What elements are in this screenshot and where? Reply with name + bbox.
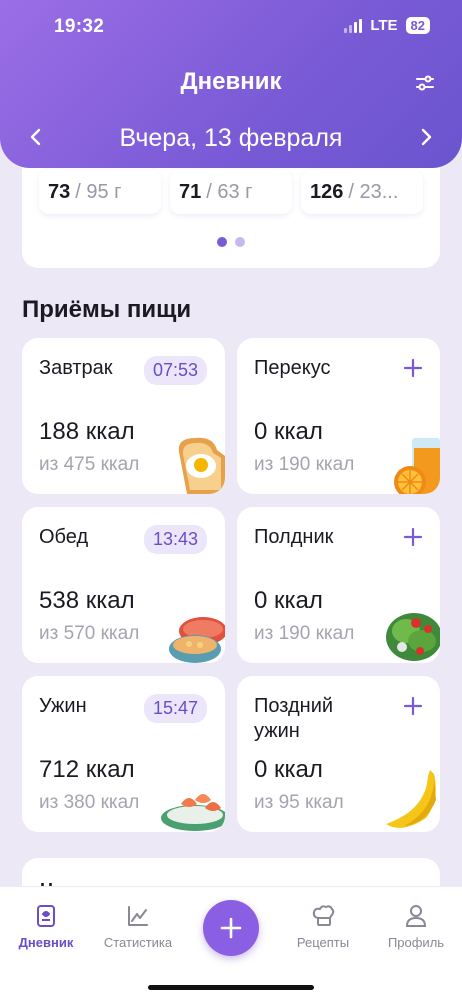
chevron-right-icon[interactable] [414,125,438,149]
orange-juice-icon [394,438,440,494]
meal-name: Полдник [254,526,334,548]
meal-name: Обед [39,526,89,548]
date-selector[interactable]: Вчера, 13 февраля [0,118,462,158]
fat-goal: / 63 г [206,180,253,203]
page-title: Дневник [180,68,282,95]
toast-egg-icon [178,437,225,494]
soup-bowl-icon [169,617,225,663]
shrimp-plate-icon [161,794,225,831]
bottom-tab-bar: Дневник Статистика Рецепты Профиль [0,886,462,1000]
tab-recipes[interactable]: Рецепты [277,903,369,950]
meal-goal: из 190 ккал [254,454,355,475]
filter-icon[interactable] [414,72,436,94]
meal-card-breakfast[interactable]: Завтрак 07:53 188 ккал из 475 ккал [22,338,225,494]
meal-card-snack[interactable]: Перекус 0 ккал из 190 ккал [237,338,440,494]
tab-diary[interactable]: Дневник [0,903,92,950]
meal-goal: из 190 ккал [254,623,355,644]
chef-hat-icon [312,905,335,926]
signal-icon [344,18,363,33]
protein-box: 73 / 95 г [39,170,161,214]
person-icon [405,905,427,927]
meal-card-late-dinner[interactable]: Поздний ужин 0 ккал из 95 ккал [237,676,440,832]
add-icon[interactable] [402,357,424,379]
battery-icon: 82 [405,17,430,34]
salad-icon [386,613,440,661]
meal-kcal: 538 ккал [39,587,135,614]
page-dot-active[interactable] [217,237,227,247]
tab-recipes-label: Рецепты [296,935,350,950]
app-header: 19:32 LTE 82 Дневник Вчера, 13 февраля [0,0,462,168]
tab-profile-label: Профиль [387,935,445,950]
tab-statistics-label: Статистика [103,935,173,950]
add-icon[interactable] [402,526,424,548]
network-label: LTE [370,17,398,34]
meal-goal: из 475 ккал [39,454,140,475]
meal-kcal: 188 ккал [39,418,135,445]
diary-icon [37,905,55,927]
meal-name: Ужин [39,695,87,717]
meals-section-title: Приёмы пищи [22,296,192,323]
page-dots[interactable] [22,237,440,247]
carbs-goal: / 23... [348,180,399,203]
banana-icon [386,770,436,828]
protein-goal: / 95 г [75,180,122,203]
tab-statistics[interactable]: Статистика [92,903,184,950]
add-button[interactable] [203,900,259,956]
status-indicators: LTE 82 [344,17,430,34]
meal-card-lunch[interactable]: Обед 13:43 538 ккал из 570 ккал [22,507,225,663]
meal-kcal: 0 ккал [254,418,323,445]
home-indicator [148,985,314,990]
protein-value: 73 [48,180,71,203]
meal-name: Завтрак [39,357,113,379]
carbs-box: 126 / 23... [301,170,423,214]
meal-kcal: 712 ккал [39,756,135,783]
meal-kcal: 0 ккал [254,587,323,614]
tab-profile[interactable]: Профиль [370,903,462,950]
meal-time-badge: 13:43 [143,525,207,554]
meal-name: Поздний ужин [254,695,334,742]
page-dot[interactable] [235,237,245,247]
chart-icon [128,906,148,926]
meal-kcal: 0 ккал [254,756,323,783]
status-time: 19:32 [54,16,105,37]
meal-time-badge: 07:53 [143,356,207,385]
plus-icon [220,917,242,939]
fat-box: 71 / 63 г [170,170,292,214]
meal-goal: из 380 ккал [39,792,140,813]
carbs-value: 126 [310,180,344,203]
date-label: Вчера, 13 февраля [119,123,343,152]
tab-diary-label: Дневник [18,935,74,950]
meal-card-afternoon-snack[interactable]: Полдник 0 ккал из 190 ккал [237,507,440,663]
meal-name: Перекус [254,357,331,379]
add-icon[interactable] [402,695,424,717]
fat-value: 71 [179,180,202,203]
meal-goal: из 570 ккал [39,623,140,644]
meal-time-badge: 15:47 [143,694,207,723]
meal-goal: из 95 ккал [254,792,344,813]
meal-card-dinner[interactable]: Ужин 15:47 712 ккал из 380 ккал [22,676,225,832]
